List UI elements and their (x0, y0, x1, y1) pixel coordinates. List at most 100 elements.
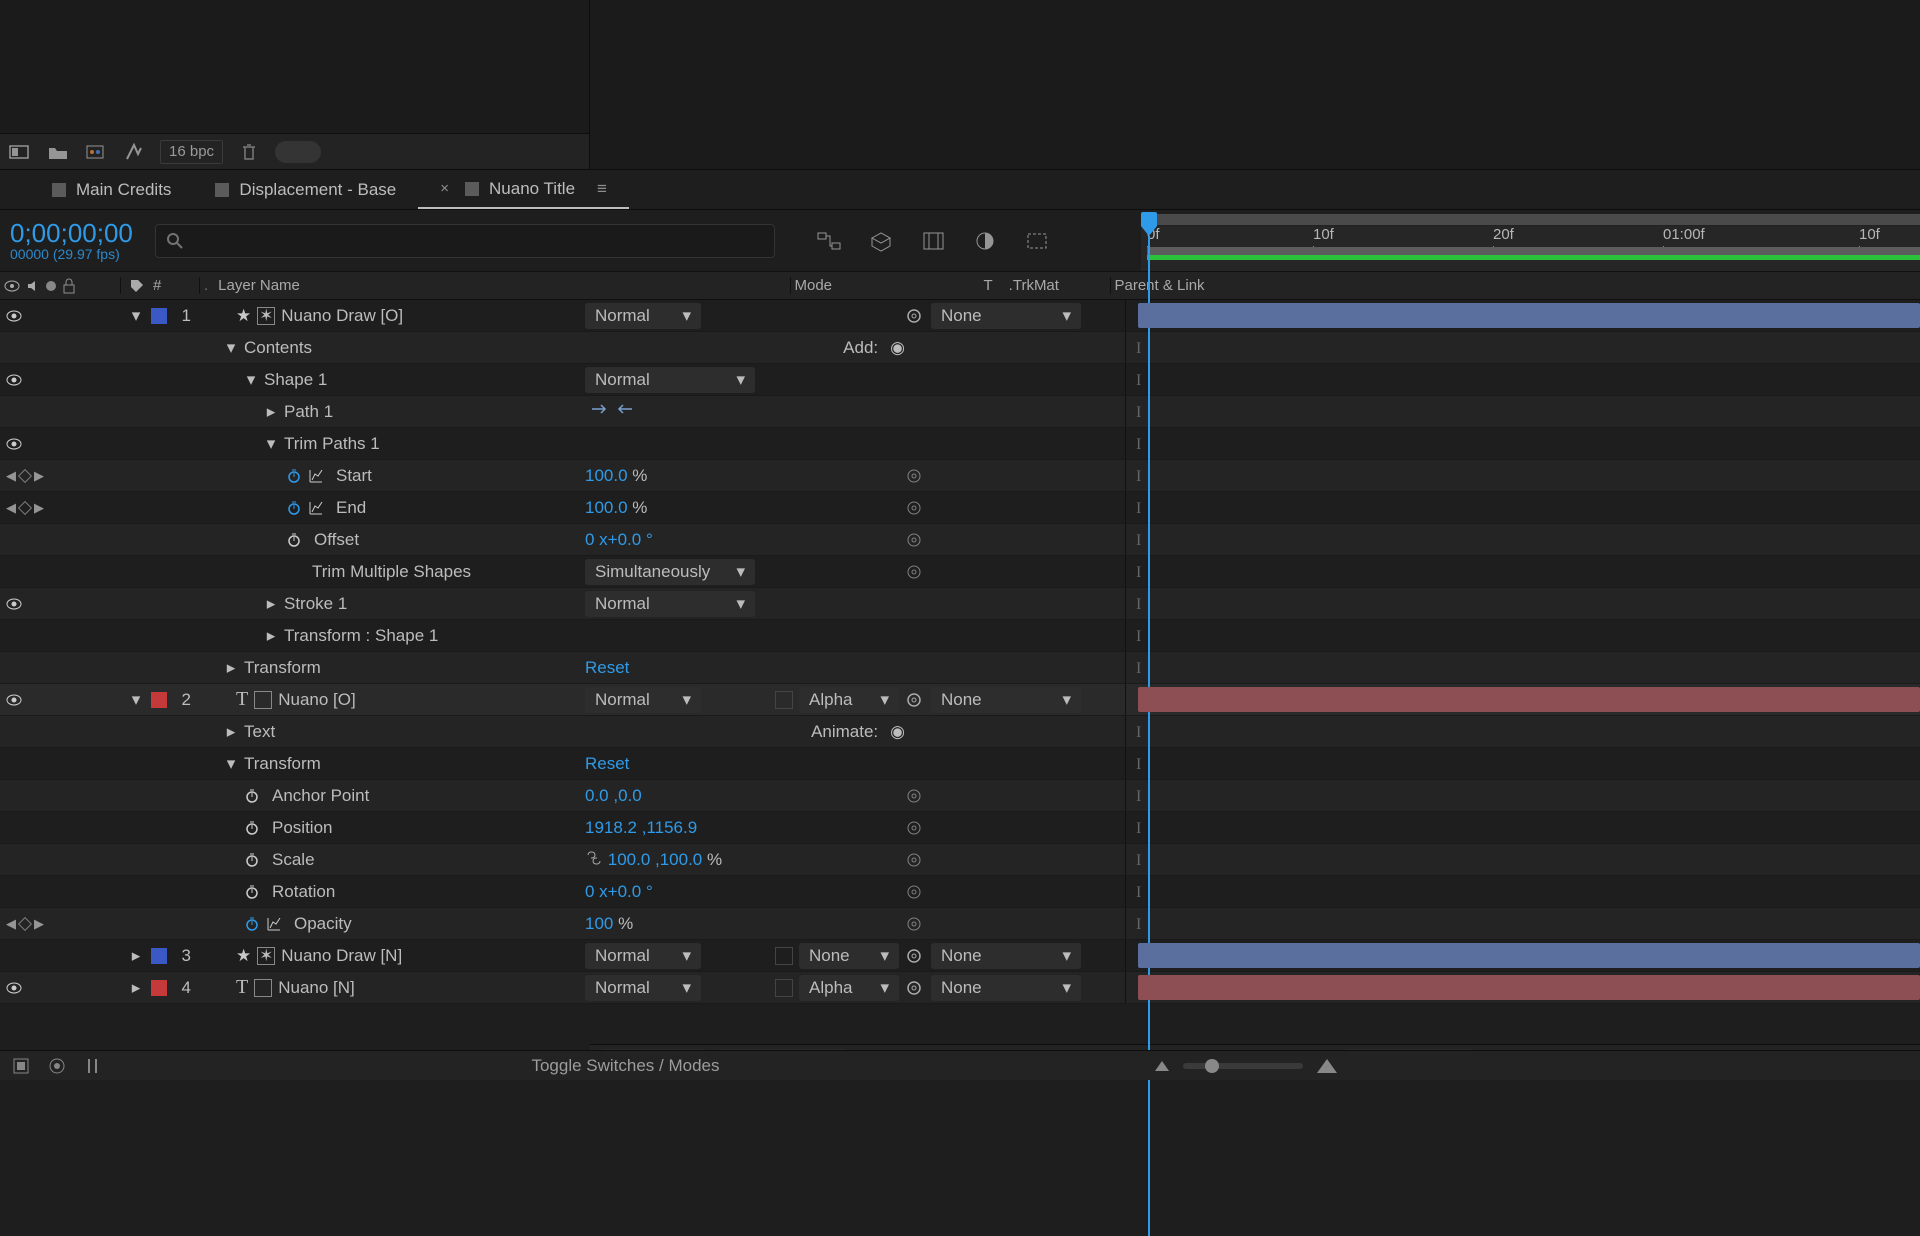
visibility-toggle[interactable] (6, 436, 22, 452)
work-area-bar[interactable] (1147, 247, 1920, 255)
keyframe-diamond-icon[interactable] (18, 468, 32, 482)
audio-column-icon[interactable] (26, 279, 40, 293)
expression-pickwhip-icon[interactable] (905, 531, 923, 549)
frame-blend-icon[interactable] (969, 227, 1001, 255)
graph-editor-icon[interactable] (266, 916, 282, 932)
expand-toggle[interactable]: ▸ (264, 597, 278, 611)
adjustment-layer-icon[interactable] (122, 142, 146, 162)
expand-toggle[interactable]: ▾ (264, 437, 278, 451)
keyframe-diamond-icon[interactable] (18, 500, 32, 514)
visibility-toggle[interactable] (6, 692, 22, 708)
layer-name[interactable]: Nuano [N] (278, 978, 355, 998)
opacity-row[interactable]: ◀▶ Opacity 100 % I (0, 908, 1920, 940)
tab-main-credits[interactable]: Main Credits (30, 170, 193, 209)
keyframe-nav[interactable]: ◀▶ (6, 916, 44, 932)
shy-toggle-icon[interactable] (917, 227, 949, 255)
expression-pickwhip-icon[interactable] (905, 915, 923, 933)
zoom-out-icon[interactable] (1155, 1061, 1169, 1071)
current-time[interactable]: 0;00;00;00 00000 (29.97 fps) (10, 220, 145, 262)
property-value[interactable]: 0 x+0.0 ° (585, 882, 653, 901)
toggle-switches-icon[interactable] (8, 1055, 34, 1077)
expression-pickwhip-icon[interactable] (905, 851, 923, 869)
toggle-in-out-icon[interactable] (80, 1055, 106, 1077)
expand-toggle[interactable]: ▾ (224, 341, 238, 355)
path-direction-icon[interactable] (589, 401, 609, 422)
property-value[interactable]: 100.0 ,100.0 (608, 850, 703, 869)
contents-group[interactable]: ▾Contents Add:◉ I (0, 332, 1920, 364)
rotation-row[interactable]: Rotation 0 x+0.0 ° I (0, 876, 1920, 908)
motion-blur-icon[interactable] (1021, 227, 1053, 255)
expand-toggle[interactable]: ▸ (224, 661, 238, 675)
stopwatch-icon[interactable] (286, 500, 302, 516)
parent-dropdown[interactable]: None▾ (931, 303, 1081, 329)
lock-column-icon[interactable] (62, 278, 76, 294)
parent-dropdown[interactable]: None▾ (931, 943, 1081, 969)
trim-paths-group[interactable]: ▾Trim Paths 1 I (0, 428, 1920, 460)
layer-row-2[interactable]: ▾2 TNuano [O] Normal▾ Alpha▾ None▾ (0, 684, 1920, 716)
path-1-row[interactable]: ▸Path 1 I (0, 396, 1920, 428)
visibility-toggle[interactable] (6, 308, 22, 324)
parent-dropdown[interactable]: None▾ (931, 975, 1081, 1001)
stroke-mode-dropdown[interactable]: Normal▾ (585, 591, 755, 617)
preserve-transparency[interactable] (775, 947, 793, 965)
trash-icon[interactable] (237, 142, 261, 162)
stopwatch-icon[interactable] (286, 532, 302, 548)
animate-menu-icon[interactable]: ◉ (890, 722, 905, 742)
expression-pickwhip-icon[interactable] (905, 563, 923, 581)
pickwhip-icon[interactable] (905, 947, 923, 965)
keyframe-nav[interactable]: ◀▶ (6, 500, 44, 516)
pickwhip-icon[interactable] (905, 307, 923, 325)
constrain-proportions-icon[interactable] (585, 851, 603, 865)
new-comp-icon[interactable] (84, 142, 108, 162)
stopwatch-icon[interactable] (244, 884, 260, 900)
toggle-modes-icon[interactable] (44, 1055, 70, 1077)
tab-nuano-title[interactable]: ×Nuano Title≡ (418, 170, 629, 209)
expression-pickwhip-icon[interactable] (905, 467, 923, 485)
scale-row[interactable]: Scale 100.0 ,100.0 % I (0, 844, 1920, 876)
comp-flowchart-icon[interactable] (813, 227, 845, 255)
expression-pickwhip-icon[interactable] (905, 787, 923, 805)
property-value[interactable]: 0 x+0.0 ° (585, 530, 653, 549)
shape-mode-dropdown[interactable]: Normal▾ (585, 367, 755, 393)
timeline-zoom-slider[interactable] (1183, 1063, 1303, 1069)
blend-mode-dropdown[interactable]: Normal▾ (585, 975, 701, 1001)
expand-toggle[interactable]: ▸ (264, 405, 278, 419)
trim-end-row[interactable]: ◀▶ End 100.0 % I (0, 492, 1920, 524)
label-color[interactable] (151, 308, 167, 324)
stopwatch-icon[interactable] (244, 820, 260, 836)
reset-button[interactable]: Reset (585, 754, 629, 773)
pickwhip-icon[interactable] (905, 691, 923, 709)
trim-multiple-dropdown[interactable]: Simultaneously▾ (585, 559, 755, 585)
tab-displacement-base[interactable]: Displacement - Base (193, 170, 418, 209)
text-group[interactable]: ▸Text Animate:◉ I (0, 716, 1920, 748)
property-value[interactable]: 0.0 ,0.0 (585, 786, 642, 805)
preserve-transparency[interactable] (775, 691, 793, 709)
path-direction-icon[interactable] (615, 401, 635, 422)
layer-name[interactable]: Nuano Draw [O] (281, 306, 403, 326)
close-icon[interactable]: × (440, 180, 449, 197)
layer-row-3[interactable]: ▸3 ★✶Nuano Draw [N] Normal▾ None▾ None▾ (0, 940, 1920, 972)
trim-offset-row[interactable]: Offset 0 x+0.0 ° I (0, 524, 1920, 556)
keyframe-diamond-icon[interactable] (18, 916, 32, 930)
transform-group-2[interactable]: ▾Transform Reset I (0, 748, 1920, 780)
property-value[interactable]: 100.0 (585, 466, 628, 485)
layer-row-1[interactable]: ▾1 ★✶Nuano Draw [O] Normal▾ None▾ (0, 300, 1920, 332)
add-menu-icon[interactable]: ◉ (890, 338, 905, 358)
trkmat-dropdown[interactable]: Alpha▾ (799, 975, 899, 1001)
stopwatch-icon[interactable] (244, 852, 260, 868)
expand-toggle[interactable]: ▸ (129, 981, 143, 995)
stroke-1-row[interactable]: ▸Stroke 1 Normal▾ I (0, 588, 1920, 620)
expand-toggle[interactable]: ▾ (224, 757, 238, 771)
parent-dropdown[interactable]: None▾ (931, 687, 1081, 713)
layer-name-header[interactable]: .Layer Name (200, 277, 790, 294)
mode-header[interactable]: Mode (790, 277, 980, 294)
layer-name[interactable]: Nuano [O] (278, 690, 356, 710)
label-color[interactable] (151, 948, 167, 964)
transform-row[interactable]: ▸Transform Reset I (0, 652, 1920, 684)
video-column-icon[interactable] (4, 278, 20, 294)
expand-toggle[interactable]: ▸ (129, 949, 143, 963)
graph-editor-icon[interactable] (308, 468, 324, 484)
position-row[interactable]: Position 1918.2 ,1156.9 I (0, 812, 1920, 844)
layer-name[interactable]: Nuano Draw [N] (281, 946, 402, 966)
graph-editor-icon[interactable] (308, 500, 324, 516)
